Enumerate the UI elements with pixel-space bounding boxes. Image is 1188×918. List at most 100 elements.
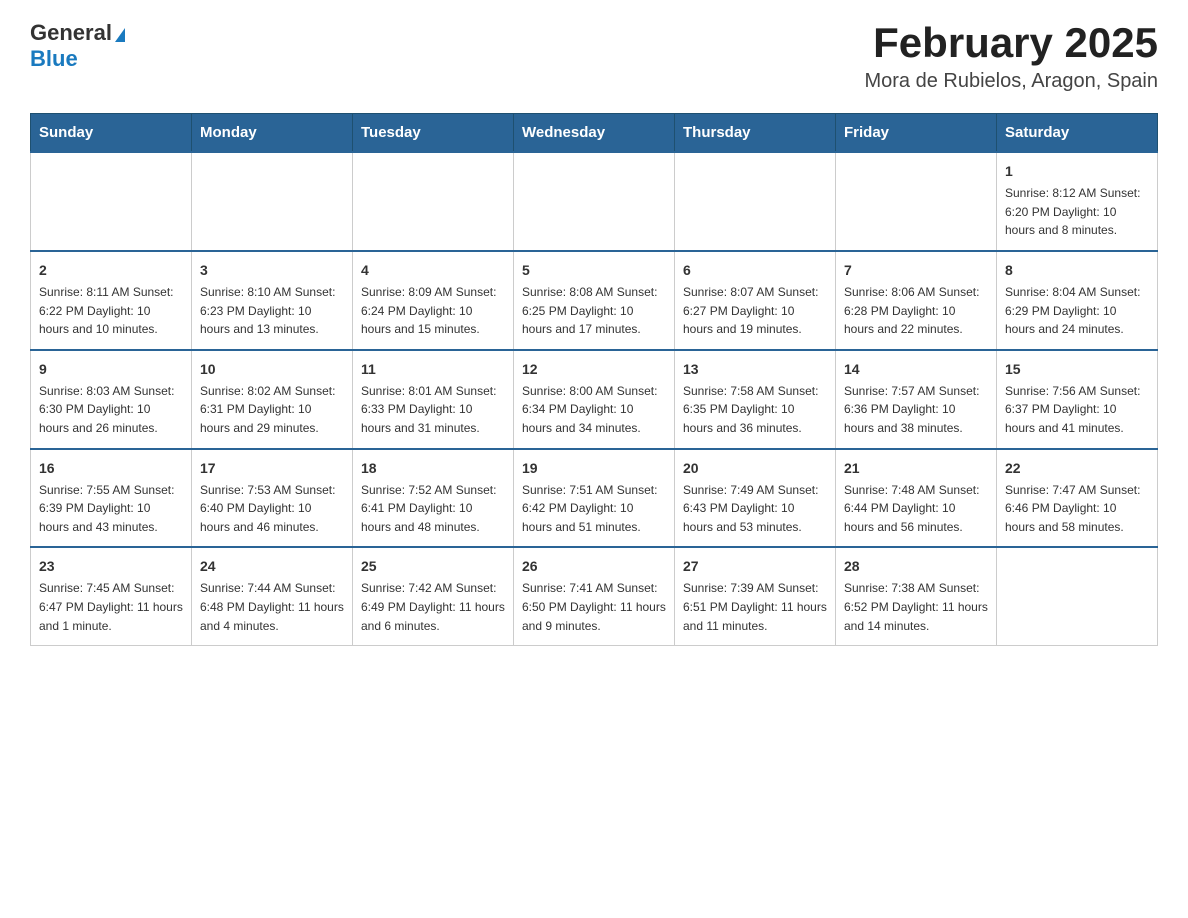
calendar-cell: 15Sunrise: 7:56 AM Sunset: 6:37 PM Dayli… [997,350,1158,449]
day-info: Sunrise: 7:58 AM Sunset: 6:35 PM Dayligh… [683,382,827,438]
day-number: 6 [683,260,827,281]
day-number: 22 [1005,458,1149,479]
calendar-cell [192,152,353,251]
calendar-cell: 20Sunrise: 7:49 AM Sunset: 6:43 PM Dayli… [675,449,836,548]
day-info: Sunrise: 8:11 AM Sunset: 6:22 PM Dayligh… [39,283,183,339]
calendar-cell: 26Sunrise: 7:41 AM Sunset: 6:50 PM Dayli… [514,547,675,645]
day-number: 3 [200,260,344,281]
calendar-cell [675,152,836,251]
day-number: 14 [844,359,988,380]
day-number: 11 [361,359,505,380]
day-info: Sunrise: 8:03 AM Sunset: 6:30 PM Dayligh… [39,382,183,438]
day-info: Sunrise: 7:53 AM Sunset: 6:40 PM Dayligh… [200,481,344,537]
calendar-week-row: 1Sunrise: 8:12 AM Sunset: 6:20 PM Daylig… [31,152,1158,251]
day-number: 13 [683,359,827,380]
calendar-cell: 4Sunrise: 8:09 AM Sunset: 6:24 PM Daylig… [353,251,514,350]
col-monday: Monday [192,114,353,153]
day-number: 23 [39,556,183,577]
logo-triangle-icon [115,28,125,42]
day-info: Sunrise: 7:57 AM Sunset: 6:36 PM Dayligh… [844,382,988,438]
col-thursday: Thursday [675,114,836,153]
logo-blue-text: Blue [30,46,78,71]
day-number: 9 [39,359,183,380]
calendar-table: Sunday Monday Tuesday Wednesday Thursday… [30,113,1158,646]
col-friday: Friday [836,114,997,153]
day-number: 21 [844,458,988,479]
calendar-cell: 6Sunrise: 8:07 AM Sunset: 6:27 PM Daylig… [675,251,836,350]
calendar-cell: 3Sunrise: 8:10 AM Sunset: 6:23 PM Daylig… [192,251,353,350]
day-info: Sunrise: 8:02 AM Sunset: 6:31 PM Dayligh… [200,382,344,438]
calendar-cell: 14Sunrise: 7:57 AM Sunset: 6:36 PM Dayli… [836,350,997,449]
day-number: 8 [1005,260,1149,281]
calendar-cell: 10Sunrise: 8:02 AM Sunset: 6:31 PM Dayli… [192,350,353,449]
day-number: 18 [361,458,505,479]
day-info: Sunrise: 7:47 AM Sunset: 6:46 PM Dayligh… [1005,481,1149,537]
logo-general-text: General [30,20,112,46]
calendar-cell: 18Sunrise: 7:52 AM Sunset: 6:41 PM Dayli… [353,449,514,548]
day-number: 25 [361,556,505,577]
day-info: Sunrise: 8:01 AM Sunset: 6:33 PM Dayligh… [361,382,505,438]
col-tuesday: Tuesday [353,114,514,153]
day-info: Sunrise: 8:12 AM Sunset: 6:20 PM Dayligh… [1005,184,1149,240]
calendar-cell: 2Sunrise: 8:11 AM Sunset: 6:22 PM Daylig… [31,251,192,350]
page-title: February 2025 [864,20,1158,66]
calendar-cell: 25Sunrise: 7:42 AM Sunset: 6:49 PM Dayli… [353,547,514,645]
calendar-cell: 24Sunrise: 7:44 AM Sunset: 6:48 PM Dayli… [192,547,353,645]
day-info: Sunrise: 7:56 AM Sunset: 6:37 PM Dayligh… [1005,382,1149,438]
day-number: 4 [361,260,505,281]
day-number: 5 [522,260,666,281]
day-info: Sunrise: 8:07 AM Sunset: 6:27 PM Dayligh… [683,283,827,339]
day-number: 10 [200,359,344,380]
day-info: Sunrise: 8:08 AM Sunset: 6:25 PM Dayligh… [522,283,666,339]
day-info: Sunrise: 7:48 AM Sunset: 6:44 PM Dayligh… [844,481,988,537]
day-number: 26 [522,556,666,577]
calendar-cell [836,152,997,251]
calendar-cell: 7Sunrise: 8:06 AM Sunset: 6:28 PM Daylig… [836,251,997,350]
day-number: 24 [200,556,344,577]
calendar-cell: 23Sunrise: 7:45 AM Sunset: 6:47 PM Dayli… [31,547,192,645]
calendar-cell: 19Sunrise: 7:51 AM Sunset: 6:42 PM Dayli… [514,449,675,548]
day-info: Sunrise: 7:51 AM Sunset: 6:42 PM Dayligh… [522,481,666,537]
calendar-cell: 28Sunrise: 7:38 AM Sunset: 6:52 PM Dayli… [836,547,997,645]
day-info: Sunrise: 7:44 AM Sunset: 6:48 PM Dayligh… [200,579,344,635]
day-info: Sunrise: 8:09 AM Sunset: 6:24 PM Dayligh… [361,283,505,339]
logo: General Blue [30,20,125,72]
calendar-cell: 8Sunrise: 8:04 AM Sunset: 6:29 PM Daylig… [997,251,1158,350]
day-number: 12 [522,359,666,380]
calendar-cell: 13Sunrise: 7:58 AM Sunset: 6:35 PM Dayli… [675,350,836,449]
day-number: 20 [683,458,827,479]
calendar-week-row: 2Sunrise: 8:11 AM Sunset: 6:22 PM Daylig… [31,251,1158,350]
day-info: Sunrise: 8:06 AM Sunset: 6:28 PM Dayligh… [844,283,988,339]
calendar-week-row: 9Sunrise: 8:03 AM Sunset: 6:30 PM Daylig… [31,350,1158,449]
day-info: Sunrise: 7:49 AM Sunset: 6:43 PM Dayligh… [683,481,827,537]
calendar-cell: 9Sunrise: 8:03 AM Sunset: 6:30 PM Daylig… [31,350,192,449]
day-info: Sunrise: 8:00 AM Sunset: 6:34 PM Dayligh… [522,382,666,438]
col-wednesday: Wednesday [514,114,675,153]
page-subtitle: Mora de Rubielos, Aragon, Spain [864,70,1158,93]
day-info: Sunrise: 7:55 AM Sunset: 6:39 PM Dayligh… [39,481,183,537]
day-number: 19 [522,458,666,479]
day-number: 7 [844,260,988,281]
day-info: Sunrise: 7:38 AM Sunset: 6:52 PM Dayligh… [844,579,988,635]
day-number: 28 [844,556,988,577]
calendar-week-row: 23Sunrise: 7:45 AM Sunset: 6:47 PM Dayli… [31,547,1158,645]
col-sunday: Sunday [31,114,192,153]
day-info: Sunrise: 7:42 AM Sunset: 6:49 PM Dayligh… [361,579,505,635]
title-block: February 2025 Mora de Rubielos, Aragon, … [864,20,1158,93]
calendar-week-row: 16Sunrise: 7:55 AM Sunset: 6:39 PM Dayli… [31,449,1158,548]
calendar-cell: 21Sunrise: 7:48 AM Sunset: 6:44 PM Dayli… [836,449,997,548]
calendar-cell: 5Sunrise: 8:08 AM Sunset: 6:25 PM Daylig… [514,251,675,350]
calendar-cell: 12Sunrise: 8:00 AM Sunset: 6:34 PM Dayli… [514,350,675,449]
day-number: 1 [1005,161,1149,182]
calendar-cell: 27Sunrise: 7:39 AM Sunset: 6:51 PM Dayli… [675,547,836,645]
day-info: Sunrise: 7:39 AM Sunset: 6:51 PM Dayligh… [683,579,827,635]
calendar-cell [31,152,192,251]
calendar-cell: 11Sunrise: 8:01 AM Sunset: 6:33 PM Dayli… [353,350,514,449]
calendar-cell: 17Sunrise: 7:53 AM Sunset: 6:40 PM Dayli… [192,449,353,548]
day-number: 16 [39,458,183,479]
calendar-cell [353,152,514,251]
calendar-cell: 16Sunrise: 7:55 AM Sunset: 6:39 PM Dayli… [31,449,192,548]
calendar-cell [997,547,1158,645]
calendar-cell: 1Sunrise: 8:12 AM Sunset: 6:20 PM Daylig… [997,152,1158,251]
day-info: Sunrise: 8:10 AM Sunset: 6:23 PM Dayligh… [200,283,344,339]
